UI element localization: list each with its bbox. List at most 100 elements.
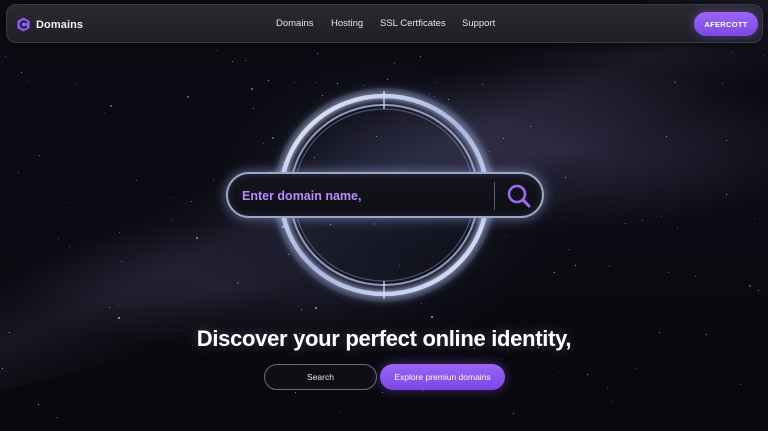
star xyxy=(642,220,643,221)
star xyxy=(119,232,120,233)
star xyxy=(18,172,19,173)
star xyxy=(170,197,171,198)
star xyxy=(315,82,316,83)
star xyxy=(363,85,364,86)
star xyxy=(575,265,576,266)
star xyxy=(732,52,733,53)
star xyxy=(58,238,59,239)
star xyxy=(109,307,110,308)
star xyxy=(726,194,727,195)
star xyxy=(57,417,58,418)
star xyxy=(295,392,296,393)
star xyxy=(317,53,318,54)
star xyxy=(110,105,112,107)
star xyxy=(530,126,531,127)
domain-search-input[interactable] xyxy=(242,187,482,205)
star xyxy=(76,83,77,84)
star xyxy=(191,201,192,202)
star xyxy=(217,50,218,51)
star xyxy=(625,223,626,224)
star xyxy=(104,112,105,113)
search-button[interactable]: Search xyxy=(264,364,377,390)
star xyxy=(609,266,610,267)
star xyxy=(136,180,137,181)
star xyxy=(301,309,302,310)
star xyxy=(554,272,555,273)
explore-premium-domains-button[interactable]: Explore premiun domains xyxy=(380,364,505,390)
star xyxy=(569,249,570,250)
star xyxy=(503,138,504,139)
star xyxy=(565,177,566,178)
star xyxy=(382,392,383,393)
star xyxy=(232,61,233,62)
star xyxy=(196,237,198,239)
star xyxy=(263,143,264,144)
page-background: Domains Domains Hosting SSL Certficates … xyxy=(0,0,768,431)
star xyxy=(420,56,421,57)
star xyxy=(431,316,433,318)
star xyxy=(213,180,214,181)
nav-link-support[interactable]: Support xyxy=(462,18,495,29)
search-divider xyxy=(494,182,495,210)
star xyxy=(661,216,662,217)
star xyxy=(740,384,741,385)
star xyxy=(118,317,120,319)
star xyxy=(668,272,669,273)
star xyxy=(394,63,395,64)
star xyxy=(268,80,269,81)
star xyxy=(39,155,40,156)
star xyxy=(482,84,483,85)
star xyxy=(722,83,723,84)
star xyxy=(315,307,317,309)
star xyxy=(677,227,678,228)
star xyxy=(421,303,422,304)
nav-link-domains[interactable]: Domains xyxy=(276,18,314,29)
star xyxy=(28,80,29,81)
nav-link-ssl-certificates[interactable]: SSL Certficates xyxy=(380,18,446,29)
star xyxy=(237,282,239,284)
nav-cta-button[interactable]: AFERCOTT xyxy=(694,12,758,36)
star xyxy=(754,218,755,219)
star xyxy=(636,368,637,369)
star xyxy=(337,83,338,84)
star xyxy=(2,368,3,369)
star xyxy=(21,72,22,73)
star xyxy=(387,79,388,80)
search-submit-button[interactable] xyxy=(502,180,536,212)
star xyxy=(764,55,765,56)
star xyxy=(435,82,436,83)
star xyxy=(66,202,67,203)
brand-name: Domains xyxy=(36,18,84,31)
hero-headline: Discover your perfect online identity, xyxy=(196,326,572,351)
brand-logo[interactable]: Domains xyxy=(16,17,83,32)
star xyxy=(251,88,253,90)
star xyxy=(423,390,424,391)
star xyxy=(506,235,507,236)
star xyxy=(69,246,70,247)
star xyxy=(118,305,119,306)
star xyxy=(611,401,612,402)
star xyxy=(587,374,588,375)
top-navbar: Domains Domains Hosting SSL Certficates … xyxy=(6,4,763,43)
star xyxy=(666,136,667,137)
star xyxy=(607,388,608,389)
hexagon-c-logo-icon xyxy=(17,17,30,32)
star xyxy=(749,285,751,287)
nav-link-hosting[interactable]: Hosting xyxy=(331,18,363,29)
star xyxy=(245,60,246,61)
star xyxy=(674,81,676,83)
star xyxy=(340,411,341,412)
star xyxy=(558,371,559,372)
star xyxy=(294,82,295,83)
star xyxy=(695,276,696,277)
star xyxy=(5,56,6,57)
star xyxy=(253,108,254,109)
star xyxy=(758,290,759,291)
star xyxy=(171,220,172,221)
star xyxy=(38,404,39,405)
star xyxy=(513,413,514,414)
domain-search-bar xyxy=(226,172,544,218)
magnifier-icon xyxy=(507,184,531,208)
star xyxy=(121,261,122,262)
star xyxy=(187,96,189,98)
